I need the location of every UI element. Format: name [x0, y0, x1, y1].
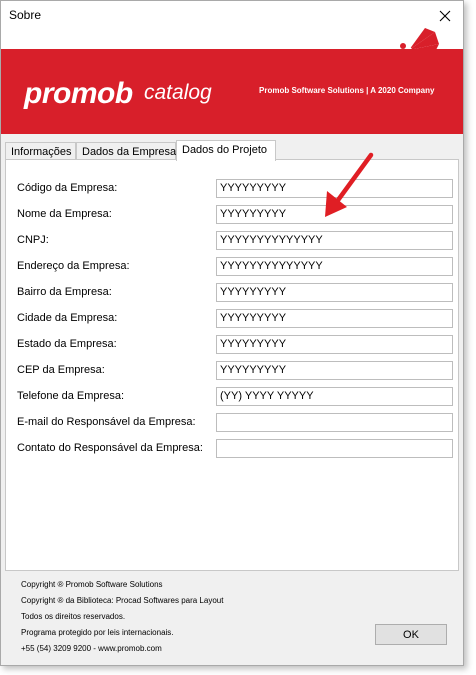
product-name: catalog	[144, 81, 212, 104]
footer-line: +55 (54) 3209 9200 - www.promob.com	[21, 644, 162, 653]
project-data-panel: Código da Empresa: YYYYYYYYY Nome da Emp…	[5, 159, 459, 571]
about-dialog: Sobre promob catalog Promob Software Sol…	[0, 0, 464, 666]
field-label: Bairro da Empresa:	[17, 286, 112, 298]
brand-logo-text: promob	[24, 77, 133, 110]
tab-dados-da-empresa[interactable]: Dados da Empresa	[76, 142, 176, 160]
field-label: E-mail do Responsável da Empresa:	[17, 416, 196, 428]
tab-label: Informações	[11, 146, 72, 158]
ok-button[interactable]: OK	[375, 624, 447, 645]
field-label: Telefone da Empresa:	[17, 390, 125, 402]
estado-field[interactable]: YYYYYYYYY	[216, 335, 453, 354]
copyright-footer: Copyright ® Promob Software Solutions Co…	[21, 577, 223, 657]
field-label: Código da Empresa:	[17, 182, 118, 194]
bairro-field[interactable]: YYYYYYYYY	[216, 283, 453, 302]
telefone-field[interactable]: (YY) YYYY YYYYY	[216, 387, 453, 406]
red-arrow-annotation-icon	[325, 152, 374, 217]
footer-line: Copyright ® da Biblioteca: Procad Softwa…	[21, 596, 224, 605]
tab-informacoes[interactable]: Informações	[5, 142, 76, 160]
tab-label: Dados da Empresa	[82, 146, 177, 158]
footer-line: Copyright ® Promob Software Solutions	[21, 580, 163, 589]
cnpj-field[interactable]: YYYYYYYYYYYYYY	[216, 231, 453, 250]
tab-dados-do-projeto[interactable]: Dados do Projeto	[176, 140, 276, 161]
field-label: Cidade da Empresa:	[17, 312, 118, 324]
footer-line: Todos os direitos reservados.	[21, 612, 126, 621]
cep-field[interactable]: YYYYYYYYY	[216, 361, 453, 380]
tab-label: Dados do Projeto	[182, 144, 267, 156]
contato-responsavel-field[interactable]	[216, 439, 453, 458]
title-bar: Sobre	[1, 1, 463, 31]
field-label: CEP da Empresa:	[17, 364, 105, 376]
endereco-field[interactable]: YYYYYYYYYYYYYY	[216, 257, 453, 276]
close-icon	[439, 10, 451, 22]
company-tagline: Promob Software Solutions | A 2020 Compa…	[259, 86, 435, 95]
cidade-field[interactable]: YYYYYYYYY	[216, 309, 453, 328]
footer-line: Programa protegido por leis internaciona…	[21, 628, 174, 637]
email-responsavel-field[interactable]	[216, 413, 453, 432]
field-label: Contato do Responsável da Empresa:	[17, 442, 203, 454]
field-label: Nome da Empresa:	[17, 208, 112, 220]
field-label: Endereço da Empresa:	[17, 260, 130, 272]
field-label: Estado da Empresa:	[17, 338, 117, 350]
field-label: CNPJ:	[17, 234, 49, 246]
window-title: Sobre	[9, 8, 42, 22]
banner-strip	[1, 31, 463, 49]
